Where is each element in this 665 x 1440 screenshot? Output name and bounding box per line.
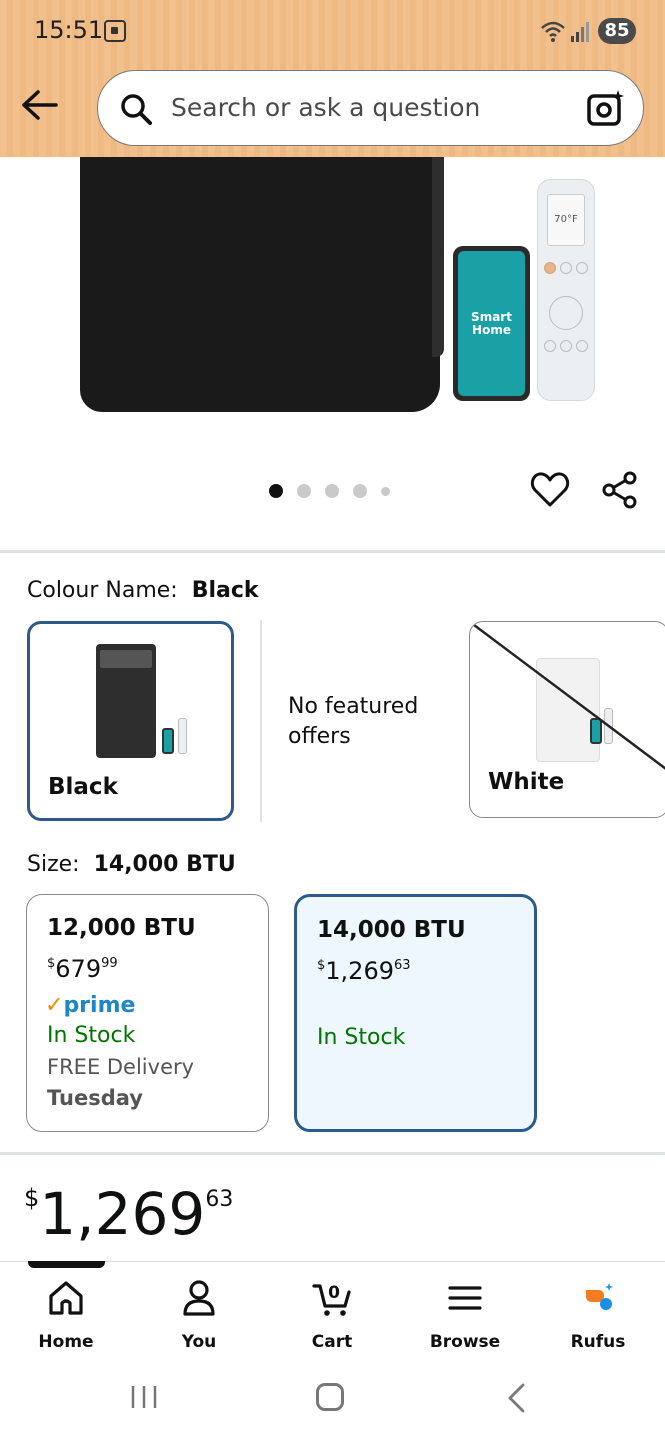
carousel-dot[interactable] bbox=[353, 484, 367, 498]
prime-check-icon: ✓ bbox=[45, 993, 64, 1018]
home-icon bbox=[49, 1281, 83, 1315]
stock-status: In Stock bbox=[317, 1025, 406, 1050]
active-tab-indicator bbox=[28, 1261, 105, 1268]
nav-you[interactable]: You bbox=[149, 1278, 249, 1352]
nav-cart[interactable]: 0 Cart bbox=[282, 1278, 382, 1352]
wifi-icon bbox=[541, 21, 565, 42]
camera-search-icon[interactable] bbox=[586, 88, 626, 128]
size-option-price: $1,26963 bbox=[317, 957, 411, 985]
smart-home-logo-text: Smart bbox=[471, 309, 512, 324]
carousel-dot[interactable] bbox=[269, 484, 283, 498]
size-label: Size: bbox=[27, 852, 80, 877]
swatch-product-image bbox=[96, 644, 156, 758]
size-option-price: $67999 bbox=[47, 955, 118, 983]
system-back-icon[interactable] bbox=[505, 1383, 529, 1413]
nav-browse[interactable]: Browse bbox=[415, 1278, 515, 1352]
vertical-divider bbox=[260, 620, 262, 822]
delivery-text: FREE Delivery bbox=[47, 1055, 195, 1079]
section-divider bbox=[0, 1152, 665, 1155]
colour-selected-value: Black bbox=[191, 578, 259, 603]
cart-icon: 0 bbox=[312, 1283, 351, 1316]
size-option-title: 14,000 BTU bbox=[317, 917, 466, 943]
menu-icon bbox=[448, 1286, 482, 1310]
prime-badge: ✓prime bbox=[45, 993, 136, 1018]
product-image-carousel[interactable]: Smart Home 70°F bbox=[0, 157, 665, 552]
carousel-dot[interactable] bbox=[297, 484, 311, 498]
nav-label: Rufus bbox=[570, 1332, 626, 1352]
system-home-icon[interactable] bbox=[316, 1383, 344, 1411]
signal-icon bbox=[571, 22, 589, 42]
smartphone-image: Smart Home bbox=[453, 246, 530, 401]
section-divider bbox=[0, 550, 665, 553]
recent-apps-icon[interactable] bbox=[130, 1384, 158, 1410]
smart-home-logo-text-2: Home bbox=[472, 322, 511, 337]
search-bar[interactable]: Search or ask a question bbox=[97, 70, 644, 146]
screenshot-icon bbox=[104, 20, 126, 42]
size-option-title: 12,000 BTU bbox=[47, 915, 196, 941]
size-selected-value: 14,000 BTU bbox=[93, 852, 236, 877]
nav-rufus[interactable]: Rufus bbox=[548, 1278, 648, 1352]
nav-home[interactable]: Home bbox=[16, 1278, 116, 1352]
size-option-12000[interactable]: 12,000 BTU $67999 ✓prime In Stock FREE D… bbox=[26, 894, 269, 1132]
air-conditioner-image bbox=[80, 157, 444, 412]
carousel-dot[interactable] bbox=[325, 484, 339, 498]
colour-label-row: Colour Name: Black bbox=[27, 578, 259, 603]
product-price: $1,26963 bbox=[24, 1180, 233, 1248]
carousel-dot[interactable] bbox=[381, 486, 390, 496]
size-label-row: Size: 14,000 BTU bbox=[27, 852, 236, 877]
colour-label: Colour Name: bbox=[27, 578, 178, 603]
header: 15:51 85 Search or ask a question bbox=[0, 0, 665, 157]
share-icon[interactable] bbox=[600, 470, 640, 510]
status-time: 15:51 bbox=[34, 16, 104, 44]
price-whole: 1,269 bbox=[39, 1180, 206, 1248]
size-option-14000[interactable]: 14,000 BTU $1,26963 In Stock bbox=[294, 894, 537, 1132]
swatch-label: White bbox=[488, 769, 565, 795]
nav-label: Cart bbox=[311, 1332, 353, 1352]
stock-status: In Stock bbox=[47, 1023, 136, 1048]
system-navigation-bar bbox=[0, 1353, 665, 1440]
carousel-indicator bbox=[269, 484, 390, 498]
remote-display: 70°F bbox=[547, 194, 585, 246]
rufus-icon bbox=[586, 1283, 613, 1310]
colour-swatch-white[interactable]: White bbox=[469, 621, 665, 818]
heart-icon[interactable] bbox=[530, 470, 570, 510]
remote-control-image: 70°F bbox=[537, 179, 595, 401]
battery-indicator: 85 bbox=[598, 18, 636, 44]
search-icon bbox=[121, 94, 152, 125]
nav-label: Browse bbox=[429, 1332, 501, 1352]
delivery-day: Tuesday bbox=[47, 1086, 143, 1110]
nav-label: You bbox=[181, 1332, 217, 1352]
search-input[interactable]: Search or ask a question bbox=[171, 93, 480, 122]
cart-badge: 0 bbox=[328, 1283, 340, 1303]
price-cents: 63 bbox=[205, 1187, 234, 1212]
colour-swatch-black[interactable]: Black bbox=[27, 621, 234, 821]
back-arrow-icon[interactable] bbox=[20, 88, 58, 122]
nav-label: Home bbox=[38, 1332, 94, 1352]
person-icon bbox=[183, 1280, 215, 1316]
swatch-label: Black bbox=[48, 774, 118, 800]
status-bar: 15:51 85 bbox=[0, 0, 665, 62]
price-currency: $ bbox=[24, 1184, 40, 1212]
no-featured-offers-text: No featured offers bbox=[288, 694, 419, 749]
